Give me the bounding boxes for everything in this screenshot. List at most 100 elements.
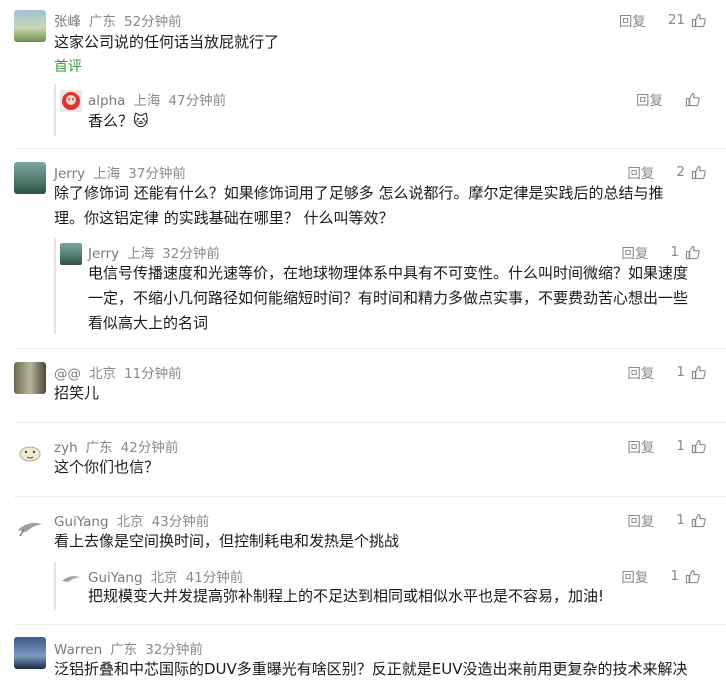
reply-text-line: 看似高大上的名词: [88, 314, 209, 332]
like-control[interactable]: 1: [676, 438, 706, 454]
reply-text-line: 一定，不缩小几何路径如何能缩短时间？有时间和精力多做点实事，不要费劲苦心想出一些: [88, 289, 689, 307]
comment-text-line: 除了修饰词 还能有什么？如果修饰词用了足够多 怎么说都行。摩尔定律是实践后的总结…: [54, 184, 664, 202]
reply-thread: Jerry 上海 32分钟前 回复 1 电信号传播速度和光速等价，在地球物理体系中具…: [54, 238, 706, 334]
username[interactable]: Warren: [54, 642, 102, 658]
comment-meta: 张峰 广东 52分钟前: [54, 10, 182, 30]
comment-actions: 回复 1: [627, 436, 706, 456]
location: 上海: [127, 246, 155, 262]
reply-button[interactable]: 回复: [636, 89, 663, 109]
comment-meta: zyh 广东 42分钟前: [54, 436, 178, 456]
like-count: 1: [676, 512, 685, 528]
reply-meta: Jerry 上海 32分钟前: [88, 242, 220, 262]
comment-meta: GuiYang 北京 43分钟前: [54, 510, 209, 530]
avatar[interactable]: [14, 436, 46, 468]
reply-thread: alpha 上海 47分钟前 回复 香么？🐱: [54, 84, 706, 136]
comment-meta: @@ 北京 11分钟前: [54, 362, 182, 382]
thumbs-up-icon[interactable]: [685, 569, 700, 584]
thumbs-up-icon[interactable]: [691, 365, 706, 380]
comment-meta: Warren 广东 32分钟前: [54, 638, 203, 658]
username[interactable]: Jerry: [88, 246, 119, 262]
comment-text: 这个你们也信？: [54, 458, 160, 476]
location: 上海: [93, 166, 121, 182]
thumbs-up-icon[interactable]: [685, 92, 700, 107]
comment-text: 招笑儿: [54, 384, 100, 402]
reply-actions: 回复: [636, 89, 700, 109]
like-control[interactable]: 21: [668, 12, 706, 28]
avatar[interactable]: [60, 243, 82, 265]
reply-button[interactable]: 回复: [627, 510, 654, 530]
timestamp: 47分钟前: [168, 93, 227, 109]
location: 上海: [133, 93, 161, 109]
location: 广东: [110, 642, 138, 658]
thumbs-up-icon[interactable]: [691, 439, 706, 454]
avatar[interactable]: [14, 637, 46, 669]
reply-button[interactable]: 回复: [627, 162, 654, 182]
like-count: 1: [670, 244, 679, 260]
divider: [14, 624, 726, 625]
reply-button[interactable]: 回复: [627, 362, 654, 382]
timestamp: 43分钟前: [151, 514, 210, 530]
reply-text: 电信号传播速度和光速等价，在地球物理体系中具有不可变性。什么叫时间微缩？如果速度…: [88, 261, 706, 336]
avatar[interactable]: [14, 510, 46, 542]
comment-meta: Jerry 上海 37分钟前: [54, 162, 186, 182]
timestamp: 42分钟前: [120, 440, 179, 456]
divider: [14, 148, 726, 149]
like-count: 1: [676, 364, 685, 380]
thumbs-up-icon[interactable]: [685, 245, 700, 260]
like-count: 21: [667, 12, 685, 28]
location: 广东: [85, 440, 113, 456]
reply-text-line: 电信号传播速度和光速等价，在地球物理体系中具有不可变性。什么叫时间微缩？如果速度: [88, 264, 689, 282]
thumbs-up-icon[interactable]: [691, 513, 706, 528]
first-comment-tag: 首评: [54, 59, 82, 75]
divider: [14, 496, 726, 497]
avatar[interactable]: [60, 567, 82, 589]
thumbs-up-icon[interactable]: [691, 13, 706, 28]
like-control[interactable]: 1: [676, 512, 706, 528]
reply-meta: GuiYang 北京 41分钟前: [88, 566, 243, 586]
reply-actions: 回复 1: [621, 566, 700, 586]
username[interactable]: zyh: [54, 440, 78, 456]
like-count: 1: [676, 438, 685, 454]
comment-actions: 回复 21: [619, 10, 706, 30]
location: 广东: [89, 14, 116, 30]
like-control[interactable]: 2: [676, 164, 706, 180]
like-control[interactable]: [685, 92, 700, 107]
like-control[interactable]: 1: [676, 364, 706, 380]
like-count: 2: [676, 164, 685, 180]
comment-actions: 回复 2: [627, 162, 706, 182]
timestamp: 32分钟前: [162, 246, 220, 262]
username[interactable]: @@: [54, 366, 81, 382]
comment-text: 泛铝折叠和中芯国际的DUV多重曝光有啥区别？反正就是EUV没造出来前用更复杂的技…: [54, 660, 688, 678]
comment-actions: 回复 1: [627, 362, 706, 382]
reply-meta: alpha 上海 47分钟前: [88, 89, 226, 109]
username[interactable]: 张峰: [54, 14, 81, 30]
divider: [14, 348, 726, 349]
avatar[interactable]: [14, 162, 46, 194]
reply-text: 把规模变大并发提高弥补制程上的不足达到相同或相似水平也是不容易，加油!: [88, 587, 605, 605]
username[interactable]: alpha: [88, 93, 125, 109]
thumbs-up-icon[interactable]: [691, 165, 706, 180]
reply-button[interactable]: 回复: [627, 436, 654, 456]
comment-text: 看上去像是空间换时间，但控制耗电和发热是个挑战: [54, 532, 400, 550]
comment-text: 除了修饰词 还能有什么？如果修饰词用了足够多 怎么说都行。摩尔定律是实践后的总结…: [54, 181, 714, 231]
timestamp: 11分钟前: [124, 366, 182, 382]
comment-text: 这家公司说的任何话当放屁就行了: [54, 33, 280, 51]
username[interactable]: Jerry: [54, 166, 85, 182]
username[interactable]: GuiYang: [54, 514, 109, 530]
timestamp: 32分钟前: [145, 642, 203, 658]
reply-button[interactable]: 回复: [621, 566, 648, 586]
comment-text-line: 理。你这铝定律 的实践基础在哪里？ 什么叫等效？: [54, 209, 394, 227]
reply-button[interactable]: 回复: [621, 242, 648, 262]
avatar[interactable]: [14, 10, 46, 42]
timestamp: 37分钟前: [128, 166, 186, 182]
avatar[interactable]: [14, 362, 46, 394]
avatar[interactable]: [60, 90, 82, 112]
comment-actions: 回复 1: [627, 510, 706, 530]
like-control[interactable]: 1: [670, 244, 700, 260]
reply-button[interactable]: 回复: [619, 10, 646, 30]
location: 北京: [89, 366, 116, 382]
like-count: 1: [670, 568, 679, 584]
like-control[interactable]: 1: [670, 568, 700, 584]
location: 北京: [116, 514, 144, 530]
reply-actions: 回复 1: [621, 242, 700, 262]
